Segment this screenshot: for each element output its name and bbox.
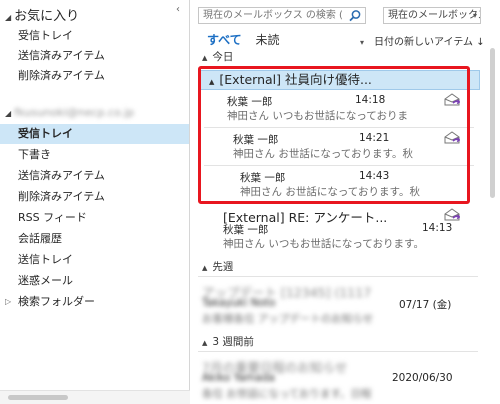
tab-all[interactable]: すべて bbox=[207, 33, 242, 47]
folder-conversation-history[interactable]: 会話履歴 bbox=[18, 229, 62, 249]
collapse-triangle-icon[interactable]: ▲ bbox=[202, 264, 207, 272]
search-scope-dropdown[interactable]: 現在のメールボックス ▾ bbox=[383, 7, 481, 24]
favorite-sent-items[interactable]: 送信済みアイテム bbox=[18, 46, 105, 66]
collapse-triangle-icon[interactable]: ▲ bbox=[202, 339, 207, 347]
message-time: 14:18 bbox=[355, 94, 386, 106]
favorites-header[interactable]: ◢ お気に入り bbox=[5, 5, 79, 24]
vertical-scrollbar[interactable] bbox=[488, 44, 498, 404]
mail-time: 14:13 bbox=[422, 222, 453, 234]
expand-triangle-icon[interactable]: ◢ bbox=[5, 13, 11, 22]
folder-inbox[interactable]: 受信トレイ bbox=[0, 124, 189, 144]
mail-sender: Takayuki Noto bbox=[202, 297, 276, 309]
folder-search-folders[interactable]: 検索フォルダー bbox=[18, 292, 95, 312]
group-header-three-weeks-ago[interactable]: ▲ 3 週間前 bbox=[202, 334, 254, 350]
account-email: fkusunoki@necp.co.jp bbox=[14, 106, 135, 119]
favorite-deleted-items[interactable]: 削除済みアイテム bbox=[18, 66, 105, 86]
collapse-pane-icon[interactable]: ‹ bbox=[176, 4, 180, 15]
message-sender: 秋葉 一郎 bbox=[240, 172, 286, 184]
chevron-down-icon[interactable]: ▾ bbox=[360, 38, 364, 47]
message-preview: 神田さん お世話になっております。秋 bbox=[233, 148, 413, 160]
group-title: 先週 bbox=[212, 261, 234, 273]
separator bbox=[204, 165, 474, 166]
message-preview: 神田さん いつもお世話になっておりま bbox=[227, 110, 408, 122]
separator bbox=[198, 276, 478, 277]
message-time: 14:43 bbox=[359, 170, 390, 182]
replied-mail-icon bbox=[444, 131, 460, 144]
separator bbox=[198, 351, 478, 352]
folder-sent-items[interactable]: 送信済みアイテム bbox=[18, 166, 105, 186]
folder-drafts[interactable]: 下書き bbox=[18, 145, 51, 165]
collapse-triangle-icon[interactable]: ▲ bbox=[209, 78, 214, 86]
folder-deleted-items[interactable]: 削除済みアイテム bbox=[18, 187, 105, 207]
account-header[interactable]: ◢ fkusunoki@necp.co.jp bbox=[5, 106, 134, 119]
message-preview: 神田さん お世話になっております。秋 bbox=[240, 186, 420, 198]
sort-control[interactable]: ▾ 日付の新しいアイテム ↓ bbox=[360, 33, 485, 48]
mail-date: 2020/06/30 bbox=[392, 372, 453, 384]
expand-search-folders-icon[interactable]: ▷ bbox=[5, 292, 11, 312]
group-header-today[interactable]: ▲ 今日 bbox=[202, 49, 233, 65]
expand-triangle-icon[interactable]: ◢ bbox=[5, 109, 11, 118]
mail-sender: Akiko Yamada bbox=[202, 372, 275, 384]
conversation-header[interactable]: ▲ [External] 社員向け優待... bbox=[200, 70, 480, 90]
favorite-inbox[interactable]: 受信トレイ bbox=[18, 26, 73, 46]
replied-mail-icon bbox=[444, 208, 460, 221]
favorites-title: お気に入り bbox=[14, 9, 80, 24]
search-icon[interactable] bbox=[348, 9, 362, 23]
sort-label: 日付の新しいアイテム bbox=[374, 37, 474, 48]
folder-rss-feeds[interactable]: RSS フィード bbox=[18, 208, 87, 228]
search-input[interactable] bbox=[199, 8, 343, 23]
separator bbox=[204, 127, 474, 128]
group-title: 今日 bbox=[212, 51, 234, 63]
mail-preview: 各位 お世話になっております。日程 bbox=[202, 388, 372, 400]
mail-date: 07/17 (金) bbox=[399, 299, 452, 311]
search-scope-label: 現在のメールボックス bbox=[388, 10, 481, 21]
group-title: 3 週間前 bbox=[212, 336, 254, 348]
folder-junk-email[interactable]: 迷惑メール bbox=[18, 271, 73, 291]
mail-preview: 神田さん いつもお世話になっております。 bbox=[223, 238, 424, 250]
horizontal-scrollbar[interactable] bbox=[0, 390, 190, 404]
group-header-last-week[interactable]: ▲ 先週 bbox=[202, 259, 233, 275]
collapse-triangle-icon[interactable]: ▲ bbox=[202, 54, 207, 62]
conversation-subject: [External] 社員向け優待... bbox=[219, 72, 372, 87]
mail-preview: お客様各位 アップデートのお知らせ bbox=[202, 313, 374, 325]
folder-pane: ‹ ◢ お気に入り 受信トレイ 送信済みアイテム 削除済みアイテム ◢ fkusun… bbox=[0, 0, 190, 404]
message-time: 14:21 bbox=[359, 132, 390, 144]
tab-unread[interactable]: 未読 bbox=[256, 33, 280, 47]
message-list-pane: 現在のメールボックス ▾ すべて 未読 ▾ 日付の新しいアイテム ↓ ▲ 今日 ▲ [… bbox=[190, 0, 500, 404]
message-sender: 秋葉 一郎 bbox=[233, 134, 279, 146]
mail-sender: 秋葉 一郎 bbox=[223, 224, 269, 236]
folder-outbox[interactable]: 送信トレイ bbox=[18, 250, 73, 270]
search-box[interactable] bbox=[198, 7, 366, 24]
sort-direction-icon[interactable]: ↓ bbox=[476, 37, 484, 48]
replied-mail-icon bbox=[444, 93, 460, 106]
chevron-down-icon: ▾ bbox=[472, 11, 477, 20]
message-sender: 秋葉 一郎 bbox=[227, 96, 273, 108]
filter-tabs: すべて 未読 bbox=[207, 31, 280, 48]
